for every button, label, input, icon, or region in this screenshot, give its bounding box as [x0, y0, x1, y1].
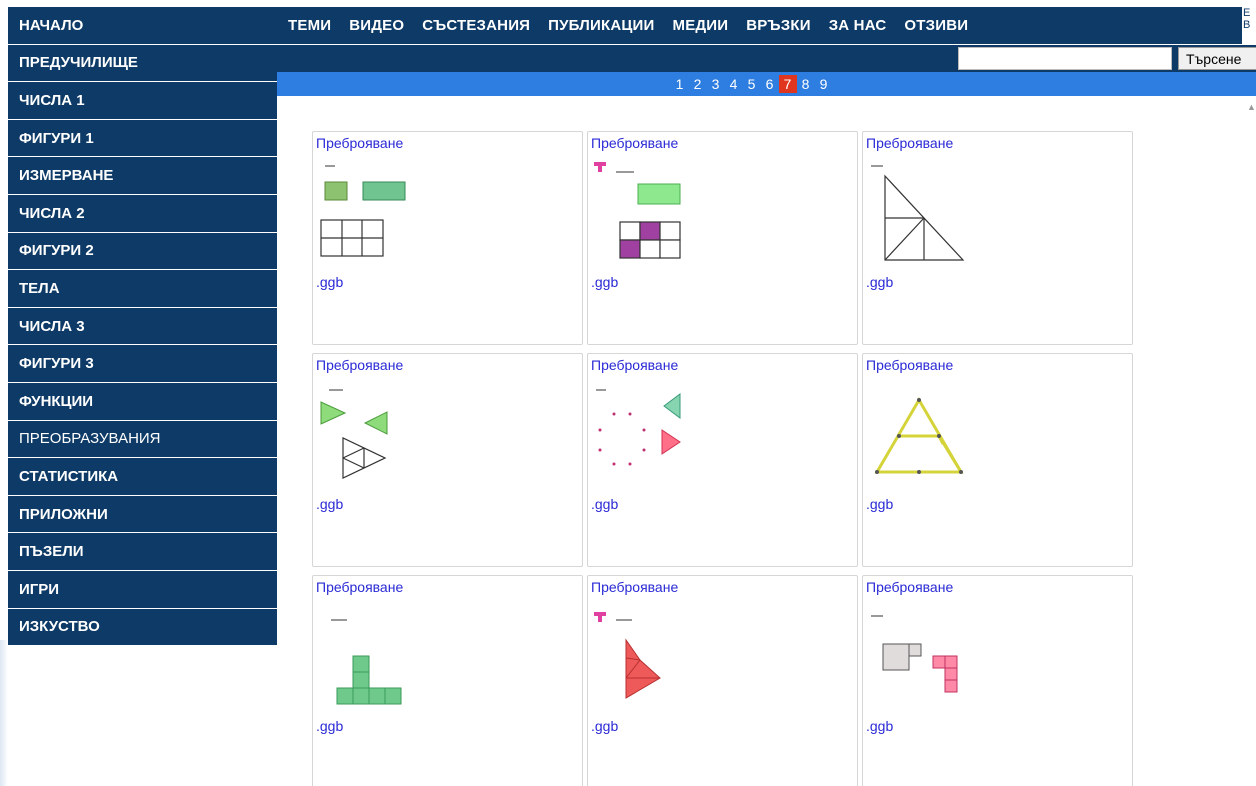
sidebar-item-figures-1[interactable]: ФИГУРИ 1: [8, 120, 277, 158]
page-link-4[interactable]: 4: [725, 75, 743, 93]
lang-option-bottom[interactable]: B: [1243, 19, 1256, 31]
page-link-8[interactable]: 8: [797, 75, 815, 93]
card-file-link[interactable]: .ggb: [866, 496, 893, 512]
sidebar-item-solids[interactable]: ТЕЛА: [8, 270, 277, 308]
search-button[interactable]: Търсене: [1178, 47, 1256, 70]
nav-reviews[interactable]: ОТЗИВИ: [904, 17, 968, 34]
card-applet[interactable]: Преброяване .ggb: [862, 131, 1133, 345]
card-file-link[interactable]: .ggb: [866, 718, 893, 734]
pagination: 1 2 3 4 5 6 7 8 9: [277, 72, 1256, 96]
card-title-link[interactable]: Преброяване: [316, 135, 403, 151]
page-link-9[interactable]: 9: [815, 75, 833, 93]
page-link-7-current[interactable]: 7: [778, 75, 797, 93]
sidebar-item-art[interactable]: ИЗКУСТВО: [8, 609, 277, 647]
search-bar: Търсене: [277, 44, 1256, 72]
card-applet[interactable]: Преброяване .ggb: [587, 131, 858, 345]
thumbnail-triangle-split[interactable]: [867, 156, 1017, 276]
thumbnail-dots-triangles[interactable]: [592, 378, 742, 498]
card-file-link[interactable]: .ggb: [591, 718, 618, 734]
page-link-2[interactable]: 2: [689, 75, 707, 93]
card-applet[interactable]: Преброяване .ggb: [862, 575, 1133, 786]
card-applet[interactable]: Преброяване .ggb: [312, 131, 583, 345]
nav-publications[interactable]: ПУБЛИКАЦИИ: [548, 17, 654, 34]
nav-competitions[interactable]: СЪСТЕЗАНИЯ: [422, 17, 530, 34]
card-file-link[interactable]: .ggb: [316, 274, 343, 290]
page-background-decoration: [0, 640, 8, 786]
thumbnail-yellow-trapezoid[interactable]: [867, 378, 1017, 498]
search-input[interactable]: [958, 47, 1172, 70]
sidebar-item-numbers-3[interactable]: ЧИСЛА 3: [8, 308, 277, 346]
sidebar-item-applied[interactable]: ПРИЛОЖНИ: [8, 496, 277, 534]
card-file-link[interactable]: .ggb: [866, 274, 893, 290]
card-file-link[interactable]: .ggb: [591, 496, 618, 512]
thumbnail-rect-purple-grid[interactable]: [592, 156, 742, 276]
sidebar-item-puzzles[interactable]: ПЪЗЕЛИ: [8, 533, 277, 571]
sidebar-item-home[interactable]: НАЧАЛО: [8, 7, 277, 45]
card-file-link[interactable]: .ggb: [316, 496, 343, 512]
language-switch[interactable]: E B: [1243, 7, 1256, 44]
page-link-3[interactable]: 3: [707, 75, 725, 93]
page-link-5[interactable]: 5: [743, 75, 761, 93]
sidebar-item-figures-2[interactable]: ФИГУРИ 2: [8, 233, 277, 271]
card-applet[interactable]: Преброяване .ggb: [587, 353, 858, 567]
sidebar-item-transformations[interactable]: ПРЕОБРАЗУВАНИЯ: [8, 421, 277, 459]
card-file-link[interactable]: .ggb: [316, 718, 343, 734]
sidebar-item-functions[interactable]: ФУНКЦИИ: [8, 383, 277, 421]
nav-media[interactable]: МЕДИИ: [673, 17, 729, 34]
sidebar-menu: НАЧАЛО ПРЕДУЧИЛИЩЕ ЧИСЛА 1 ФИГУРИ 1 ИЗМЕ…: [8, 7, 277, 647]
scroll-up-icon[interactable]: ▲: [1247, 102, 1256, 112]
card-title-link[interactable]: Преброяване: [316, 357, 403, 373]
nav-links[interactable]: ВРЪЗКИ: [746, 17, 810, 34]
card-title-link[interactable]: Преброяване: [591, 579, 678, 595]
thumbnail-rectangles-grid[interactable]: [317, 156, 467, 276]
card-title-link[interactable]: Преброяване: [866, 357, 953, 373]
page-link-6[interactable]: 6: [761, 75, 779, 93]
thumbnail-green-triangles[interactable]: [317, 378, 467, 498]
card-title-link[interactable]: Преброяване: [866, 579, 953, 595]
card-applet[interactable]: Преброяване .ggb: [312, 353, 583, 567]
top-navigation: ТЕМИ ВИДЕО СЪСТЕЗАНИЯ ПУБЛИКАЦИИ МЕДИИ В…: [277, 7, 1242, 44]
thumbnail-green-blocks[interactable]: [317, 600, 467, 720]
card-applet[interactable]: Преброяване .ggb: [312, 575, 583, 786]
sidebar-item-preschool[interactable]: ПРЕДУЧИЛИЩЕ: [8, 45, 277, 83]
nav-topics[interactable]: ТЕМИ: [288, 17, 331, 34]
card-title-link[interactable]: Преброяване: [866, 135, 953, 151]
sidebar-item-statistics[interactable]: СТАТИСТИКА: [8, 458, 277, 496]
sidebar-item-numbers-1[interactable]: ЧИСЛА 1: [8, 82, 277, 120]
thumbnail-gray-pink-blocks[interactable]: [867, 600, 1017, 720]
sidebar-item-numbers-2[interactable]: ЧИСЛА 2: [8, 195, 277, 233]
nav-about[interactable]: ЗА НАС: [829, 17, 887, 34]
sidebar-item-figures-3[interactable]: ФИГУРИ 3: [8, 345, 277, 383]
card-applet[interactable]: Преброяване .ggb: [587, 575, 858, 786]
page-link-1[interactable]: 1: [671, 75, 689, 93]
page: НАЧАЛО ПРЕДУЧИЛИЩЕ ЧИСЛА 1 ФИГУРИ 1 ИЗМЕ…: [0, 0, 1256, 786]
sidebar-item-games[interactable]: ИГРИ: [8, 571, 277, 609]
card-title-link[interactable]: Преброяване: [591, 135, 678, 151]
card-title-link[interactable]: Преброяване: [591, 357, 678, 373]
card-file-link[interactable]: .ggb: [591, 274, 618, 290]
card-title-link[interactable]: Преброяване: [316, 579, 403, 595]
thumbnail-red-triangles[interactable]: [592, 600, 742, 720]
nav-video[interactable]: ВИДЕО: [349, 17, 404, 34]
sidebar-item-measurement[interactable]: ИЗМЕРВАНЕ: [8, 157, 277, 195]
card-applet[interactable]: Преброяване .ggb: [862, 353, 1133, 567]
lang-option-top[interactable]: E: [1243, 7, 1256, 19]
